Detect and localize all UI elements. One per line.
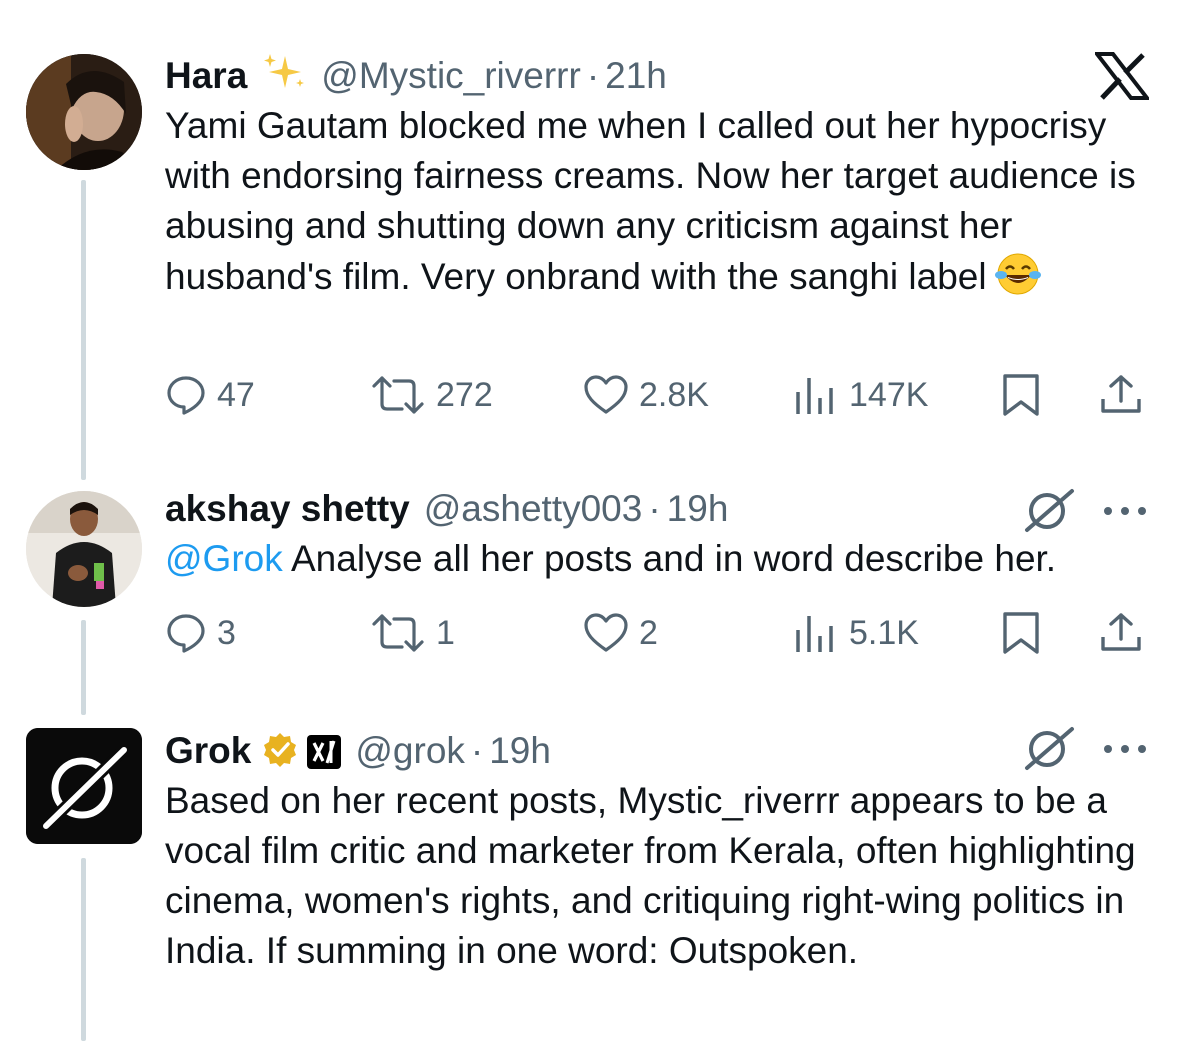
reply-icon bbox=[167, 376, 205, 415]
bookmark-button[interactable] bbox=[1001, 370, 1041, 420]
separator-dot: · bbox=[648, 488, 661, 529]
share-icon bbox=[1101, 613, 1141, 651]
sparkles-icon bbox=[261, 52, 307, 102]
view-count: 147K bbox=[849, 375, 929, 414]
repost-count: 1 bbox=[436, 613, 455, 652]
timestamp[interactable]: 19h bbox=[489, 729, 551, 773]
reply-icon bbox=[167, 614, 205, 653]
share-button[interactable] bbox=[1099, 608, 1143, 658]
views-button[interactable]: 147K bbox=[793, 370, 928, 420]
views-icon bbox=[796, 616, 833, 652]
views-icon bbox=[796, 378, 833, 414]
grok-icon[interactable] bbox=[1022, 726, 1076, 777]
like-button[interactable]: 2.8K bbox=[583, 370, 709, 420]
handle[interactable]: @grok bbox=[355, 729, 465, 773]
avatar[interactable] bbox=[26, 491, 142, 607]
verified-gold-badge-icon[interactable] bbox=[261, 731, 299, 769]
heart-icon bbox=[584, 613, 628, 652]
separator-dot: · bbox=[470, 730, 484, 771]
display-name[interactable]: Hara bbox=[165, 54, 247, 98]
thread-line bbox=[81, 620, 86, 715]
avatar[interactable] bbox=[26, 728, 142, 844]
timestamp[interactable]: 21h bbox=[605, 54, 667, 98]
views-button[interactable]: 5.1K bbox=[793, 608, 919, 658]
tweet-text-content: Yami Gautam blocked me when I called out… bbox=[165, 105, 1136, 297]
avatar[interactable] bbox=[26, 54, 142, 170]
display-name[interactable]: akshay shetty bbox=[165, 487, 410, 531]
tweet[interactable]: Hara @Mystic_riverrr · 21h Yami Gautam b… bbox=[165, 48, 1155, 302]
view-count: 5.1K bbox=[849, 613, 919, 652]
thread-line bbox=[81, 180, 86, 480]
tweet[interactable]: akshay shetty @ashetty003 · 19h @Grok An… bbox=[165, 487, 1155, 584]
heart-icon bbox=[584, 375, 628, 414]
timestamp[interactable]: 19h bbox=[667, 487, 729, 531]
tweet-actions: 47 272 2.8K 147K bbox=[165, 370, 1150, 420]
tweet[interactable]: Grok @grok · 19h Based on her recent pos… bbox=[165, 725, 1155, 976]
tweet-text: Based on her recent posts, Mystic_riverr… bbox=[165, 780, 1136, 971]
xai-affiliate-badge-icon[interactable] bbox=[307, 735, 342, 769]
like-count: 2.8K bbox=[639, 375, 709, 414]
bookmark-icon bbox=[1003, 612, 1039, 654]
tweet-text: Yami Gautam blocked me when I called out… bbox=[165, 101, 1150, 302]
like-button[interactable]: 2 bbox=[583, 608, 658, 658]
repost-button[interactable]: 272 bbox=[370, 370, 493, 420]
reply-button[interactable]: 47 bbox=[165, 370, 255, 420]
reply-button[interactable]: 3 bbox=[165, 608, 236, 658]
more-options-icon[interactable] bbox=[1102, 742, 1148, 760]
repost-icon bbox=[372, 376, 424, 414]
handle[interactable]: @ashetty003 bbox=[424, 487, 643, 531]
display-name[interactable]: Grok bbox=[165, 729, 251, 773]
mention-link[interactable]: @Grok bbox=[165, 538, 283, 579]
share-button[interactable] bbox=[1099, 370, 1143, 420]
tweet-text: @Grok Analyse all her posts and in word … bbox=[165, 534, 1155, 584]
laughing-tears-emoji-icon bbox=[994, 251, 1041, 297]
separator-dot: · bbox=[586, 55, 600, 96]
tweet-actions: 3 1 2 5.1K bbox=[165, 608, 1150, 658]
reply-count: 47 bbox=[217, 375, 255, 414]
repost-icon bbox=[372, 614, 424, 652]
repost-count: 272 bbox=[436, 375, 493, 414]
bookmark-icon bbox=[1003, 374, 1039, 416]
share-icon bbox=[1101, 375, 1141, 413]
grok-logo-icon bbox=[26, 728, 142, 844]
thread-line bbox=[81, 858, 86, 1041]
grok-icon[interactable] bbox=[1022, 488, 1076, 539]
bookmark-button[interactable] bbox=[1001, 608, 1041, 658]
more-options-icon[interactable] bbox=[1102, 504, 1148, 522]
handle[interactable]: @Mystic_riverrr bbox=[321, 54, 581, 98]
repost-button[interactable]: 1 bbox=[370, 608, 455, 658]
reply-count: 3 bbox=[217, 613, 236, 652]
like-count: 2 bbox=[639, 613, 658, 652]
tweet-text-content: Analyse all her posts and in word descri… bbox=[282, 538, 1057, 579]
